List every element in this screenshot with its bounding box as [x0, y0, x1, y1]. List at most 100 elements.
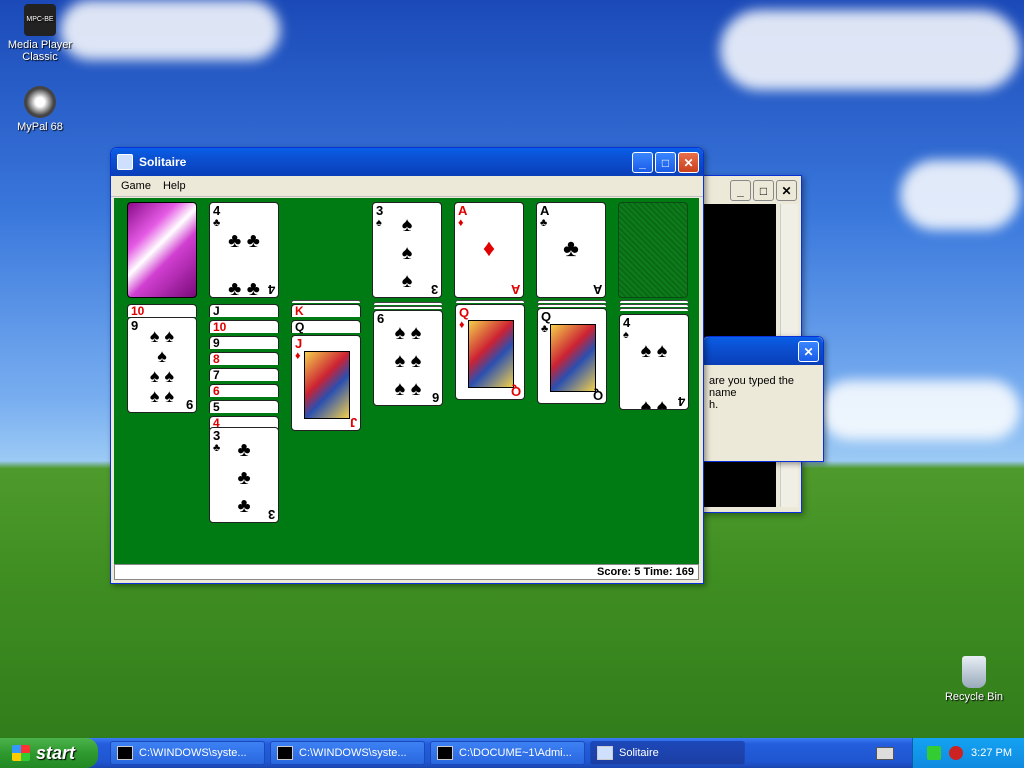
menu-game[interactable]: Game	[115, 178, 157, 194]
hidden-card-edge	[455, 300, 525, 303]
foundation-card[interactable]: A ♣ ♣ A	[536, 202, 606, 298]
tableau-card[interactable]: 3 ♣ ♣ ♣ ♣ 3	[209, 427, 279, 523]
tableau-card[interactable]: Q ♦ Q	[455, 304, 525, 400]
tableau-stub-card[interactable]: 10	[127, 304, 197, 317]
dialog-titlebar[interactable]: ✕	[703, 337, 823, 365]
tableau-card[interactable]: J ♦ J	[291, 335, 361, 431]
start-label: start	[36, 742, 76, 763]
media-player-badge: MPC-BE	[26, 16, 54, 23]
hidden-card-edge	[619, 304, 689, 307]
console-titlebar[interactable]: _ □ ✕	[701, 176, 801, 204]
hidden-card-edge	[619, 308, 689, 311]
keyboard-icon[interactable]	[876, 747, 894, 760]
minimize-button[interactable]: _	[632, 152, 653, 173]
card-rank-bottom: J	[349, 415, 357, 430]
card-rank-bottom: A	[592, 282, 602, 297]
tableau-stub-card[interactable]: 7	[209, 368, 279, 381]
waste-card[interactable]: 4 ♣ ♣ ♣ ♣ ♣ 4	[209, 202, 279, 298]
card-pips: ♣	[563, 235, 579, 262]
stock-pile[interactable]	[127, 202, 197, 298]
start-button[interactable]: start	[0, 738, 98, 768]
tableau-stub-card[interactable]: 5	[209, 400, 279, 413]
dialog-close-button[interactable]: ✕	[798, 341, 819, 362]
card-rank-bottom: 3	[430, 282, 438, 297]
desktop-icon-label: Media Player	[7, 39, 73, 51]
cloud	[60, 0, 280, 60]
taskbar: start C:\WINDOWS\syste... C:\WINDOWS\sys…	[0, 738, 1024, 768]
foundation-card[interactable]: 3 ♠ ♠ ♠ ♠ 3	[372, 202, 442, 298]
card-pips: ♠ ♠ ♠ ♠ ♠ ♠ ♠	[149, 326, 175, 406]
card-rank-bottom: A	[510, 282, 520, 297]
windows-flag-icon	[12, 745, 30, 761]
close-button[interactable]: ✕	[678, 152, 699, 173]
console-icon	[437, 746, 453, 760]
dialog-window-buttons: ✕	[798, 341, 819, 362]
card-rank-bottom: 4	[267, 282, 275, 297]
desktop-icon-recycle-bin[interactable]: Recycle Bin	[934, 656, 1014, 703]
tableau-stub-card[interactable]: 8	[209, 352, 279, 365]
tableau-stub-card[interactable]: J	[209, 304, 279, 317]
game-felt[interactable]: 4 ♣ ♣ ♣ ♣ ♣ 4 3 ♠ ♠ ♠ ♠ 3 A ♦ ♦ A A ♣ ♣ A 10 9 …	[114, 198, 699, 579]
console-window-buttons: _ □ ✕	[730, 180, 797, 201]
window-buttons: _ □ ✕	[632, 152, 699, 173]
network-icon[interactable]	[927, 746, 942, 760]
tableau-stub-card[interactable]: 9	[209, 336, 279, 349]
desktop-icon-label: MyPal 68	[17, 121, 63, 133]
jack-face-art	[304, 351, 350, 419]
desktop-icon-label: Classic	[22, 51, 58, 63]
cloud	[900, 160, 1020, 230]
empty-foundation-slot[interactable]	[618, 202, 688, 298]
tableau-stub-card[interactable]: Q	[291, 320, 361, 333]
window-title: Solitaire	[139, 155, 187, 169]
hidden-card-edge	[537, 304, 607, 307]
tableau-card[interactable]: 9 ♠ ♠ ♠ ♠ ♠ ♠ ♠ 9	[127, 317, 197, 413]
console-icon	[117, 746, 133, 760]
tableau-stub-card[interactable]: K	[291, 304, 361, 317]
media-player-icon: MPC-BE	[24, 4, 56, 36]
solitaire-app-icon	[117, 154, 133, 170]
task-label: C:\DOCUME~1\Admi...	[459, 747, 572, 759]
taskbar-item-cmd-1[interactable]: C:\WINDOWS\syste...	[110, 741, 265, 765]
desktop-icon-mypal[interactable]: MyPal 68	[0, 86, 80, 133]
taskbar-item-cmd-3[interactable]: C:\DOCUME~1\Admi...	[430, 741, 585, 765]
solitaire-titlebar[interactable]: Solitaire _ □ ✕	[111, 148, 703, 176]
tableau-stub-card[interactable]: 10	[209, 320, 279, 333]
menubar: Game Help	[111, 176, 703, 197]
tableau-card[interactable]: 4 ♠ ♠ ♠ ♠ ♠ 4	[619, 314, 689, 410]
card-rank: 4 ♣	[213, 203, 221, 229]
maximize-button[interactable]: □	[655, 152, 676, 173]
console-icon	[277, 746, 293, 760]
hidden-card-edge	[619, 300, 689, 303]
task-label: C:\WINDOWS\syste...	[299, 747, 407, 759]
tableau-stub-card[interactable]: 6	[209, 384, 279, 397]
desktop-icon-media-player-classic[interactable]: MPC-BE Media Player Classic	[0, 4, 80, 63]
taskbar-item-solitaire[interactable]: Solitaire	[590, 741, 745, 765]
error-dialog[interactable]: ✕ are you typed the name h.	[702, 336, 824, 462]
tableau-card[interactable]: Q ♣ Q	[537, 308, 607, 404]
minimize-button[interactable]: _	[730, 180, 751, 201]
tableau-card[interactable]: 6 ♠ ♠ ♠ ♠ ♠ ♠ 6	[373, 310, 443, 406]
menu-help[interactable]: Help	[157, 178, 192, 194]
cloud	[820, 380, 1020, 440]
raccoon-icon	[24, 86, 56, 118]
card-rank-bottom: 9	[185, 397, 193, 412]
system-tray: 3:27 PM	[912, 738, 1024, 768]
solitaire-window[interactable]: Solitaire _ □ ✕ Game Help 4 ♣ ♣ ♣ ♣ ♣ 4 3 ♠…	[110, 147, 704, 584]
foundation-card[interactable]: A ♦ ♦ A	[454, 202, 524, 298]
taskbar-item-cmd-2[interactable]: C:\WINDOWS\syste...	[270, 741, 425, 765]
dialog-text-line: h.	[709, 399, 719, 411]
card-rank-bottom: 3	[267, 507, 275, 522]
card-rank-bottom: Q	[510, 384, 521, 399]
cloud	[720, 10, 1020, 90]
close-button[interactable]: ✕	[776, 180, 797, 201]
security-shield-icon[interactable]	[949, 746, 964, 760]
maximize-button[interactable]: □	[753, 180, 774, 201]
clock[interactable]: 3:27 PM	[971, 747, 1012, 759]
dialog-message: are you typed the name h.	[703, 365, 823, 421]
card-rank: A ♣	[540, 203, 550, 229]
card-rank-bottom: 4	[677, 394, 685, 409]
hidden-card-edge	[291, 300, 361, 303]
queen-face-art	[550, 324, 596, 392]
task-label: Solitaire	[619, 747, 659, 759]
score-time: Score: 5 Time: 169	[596, 566, 694, 578]
